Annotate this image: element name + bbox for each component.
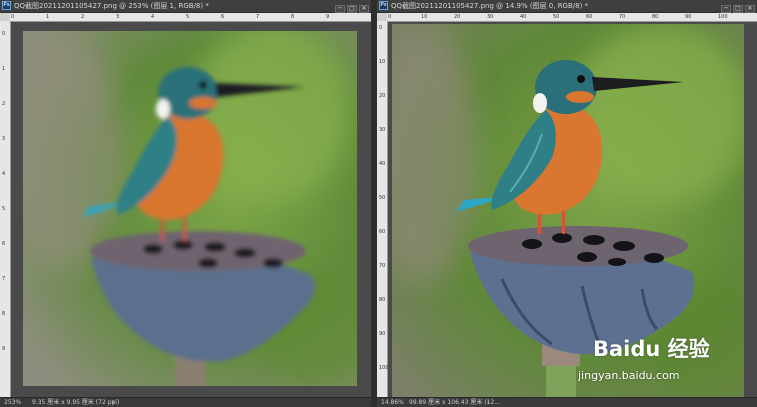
ruler-tick: 2 — [2, 101, 6, 107]
ruler-tick: 30 — [487, 14, 494, 20]
close-button[interactable]: ✕ — [745, 5, 755, 13]
ruler-tick: 60 — [586, 14, 593, 20]
maximize-button[interactable]: □ — [733, 5, 743, 13]
ruler-tick: 6 — [2, 241, 6, 247]
horizontal-ruler[interactable]: 0 1 2 3 4 5 6 7 8 9 — [10, 13, 371, 22]
ruler-tick: 20 — [379, 93, 386, 99]
ruler-tick: 7 — [2, 276, 6, 282]
document-canvas[interactable] — [11, 22, 371, 398]
photoshop-icon: Ps — [2, 1, 11, 10]
ruler-tick: 4 — [2, 171, 6, 177]
ruler-tick: 100 — [718, 14, 728, 20]
ruler-tick: 1 — [46, 14, 50, 20]
ruler-tick: 3 — [2, 136, 6, 142]
ruler-tick: 10 — [379, 59, 386, 65]
close-button[interactable]: ✕ — [359, 5, 369, 13]
document-window-right[interactable]: Ps QQ截图20211201105427.png @ 14.9% (图层 0,… — [377, 0, 757, 407]
document-tab-right[interactable]: Ps QQ截图20211201105427.png @ 14.9% (图层 0,… — [377, 0, 757, 13]
ruler-tick: 6 — [221, 14, 225, 20]
document-size-info: 9.35 厘米 x 9.95 厘米 (72 ppi) — [32, 399, 120, 406]
ruler-tick: 40 — [520, 14, 527, 20]
ruler-tick: 9 — [326, 14, 330, 20]
ruler-tick: 0 — [2, 31, 6, 37]
ruler-tick: 80 — [652, 14, 659, 20]
status-menu-arrow-icon[interactable]: › — [112, 398, 114, 407]
ruler-tick: 70 — [619, 14, 626, 20]
photoshop-icon: Ps — [379, 1, 388, 10]
status-menu-arrow-icon[interactable]: › — [487, 398, 489, 407]
ruler-tick: 5 — [2, 206, 6, 212]
ruler-tick: 7 — [256, 14, 260, 20]
ruler-tick: 0 — [11, 14, 15, 20]
ruler-tick: 8 — [2, 311, 6, 317]
baidu-watermark: Baidu 经验 — [593, 337, 710, 361]
ruler-tick: 60 — [379, 229, 386, 235]
horizontal-ruler[interactable]: 0 10 20 30 40 50 60 70 80 90 100 — [387, 13, 757, 22]
status-bar: 14.86% 99.89 厘米 x 106.43 厘米 (12... › — [377, 397, 757, 407]
vertical-ruler[interactable]: 0 10 20 30 40 50 60 70 80 90 100 — [377, 21, 389, 398]
ruler-tick: 9 — [2, 346, 6, 352]
ruler-tick: 8 — [291, 14, 295, 20]
ruler-tick: 70 — [379, 263, 386, 269]
zoom-level[interactable]: 14.86% — [381, 398, 404, 407]
ruler-tick: 20 — [454, 14, 461, 20]
ruler-tick: 90 — [379, 331, 386, 337]
minimize-button[interactable]: ─ — [721, 5, 731, 13]
status-bar: 253% 9.35 厘米 x 9.95 厘米 (72 ppi) › — [0, 397, 371, 407]
document-window-left[interactable]: Ps QQ截图20211201105427.png @ 253% (图层 1, … — [0, 0, 371, 407]
ruler-tick: 0 — [388, 14, 392, 20]
document-tab-left[interactable]: Ps QQ截图20211201105427.png @ 253% (图层 1, … — [0, 0, 371, 13]
document-canvas[interactable]: Baidu 经验 jingyan.baidu.com — [388, 22, 757, 398]
minimize-button[interactable]: ─ — [335, 5, 345, 13]
zoom-level[interactable]: 253% — [4, 398, 21, 407]
ruler-tick: 5 — [186, 14, 190, 20]
document-title: QQ截图20211201105427.png @ 253% (图层 1, RGB… — [14, 2, 209, 10]
ruler-tick: 90 — [685, 14, 692, 20]
ruler-tick: 50 — [379, 195, 386, 201]
ruler-tick: 1 — [2, 66, 6, 72]
watermark-url: jingyan.baidu.com — [578, 369, 680, 382]
window-controls: ─ □ ✕ — [719, 2, 755, 13]
ruler-tick: 2 — [81, 14, 85, 20]
ruler-tick: 10 — [421, 14, 428, 20]
ruler-tick: 50 — [553, 14, 560, 20]
vertical-ruler[interactable]: 0 1 2 3 4 5 6 7 8 9 — [0, 21, 11, 398]
ruler-tick: 80 — [379, 297, 386, 303]
ruler-tick: 4 — [151, 14, 155, 20]
kingfisher-photo — [23, 31, 357, 386]
ruler-tick: 0 — [379, 25, 383, 31]
document-title: QQ截图20211201105427.png @ 14.9% (图层 0, RG… — [391, 2, 589, 10]
ruler-tick: 40 — [379, 161, 386, 167]
maximize-button[interactable]: □ — [347, 5, 357, 13]
window-controls: ─ □ ✕ — [333, 2, 369, 13]
ruler-tick: 3 — [116, 14, 120, 20]
ruler-tick: 30 — [379, 127, 386, 133]
